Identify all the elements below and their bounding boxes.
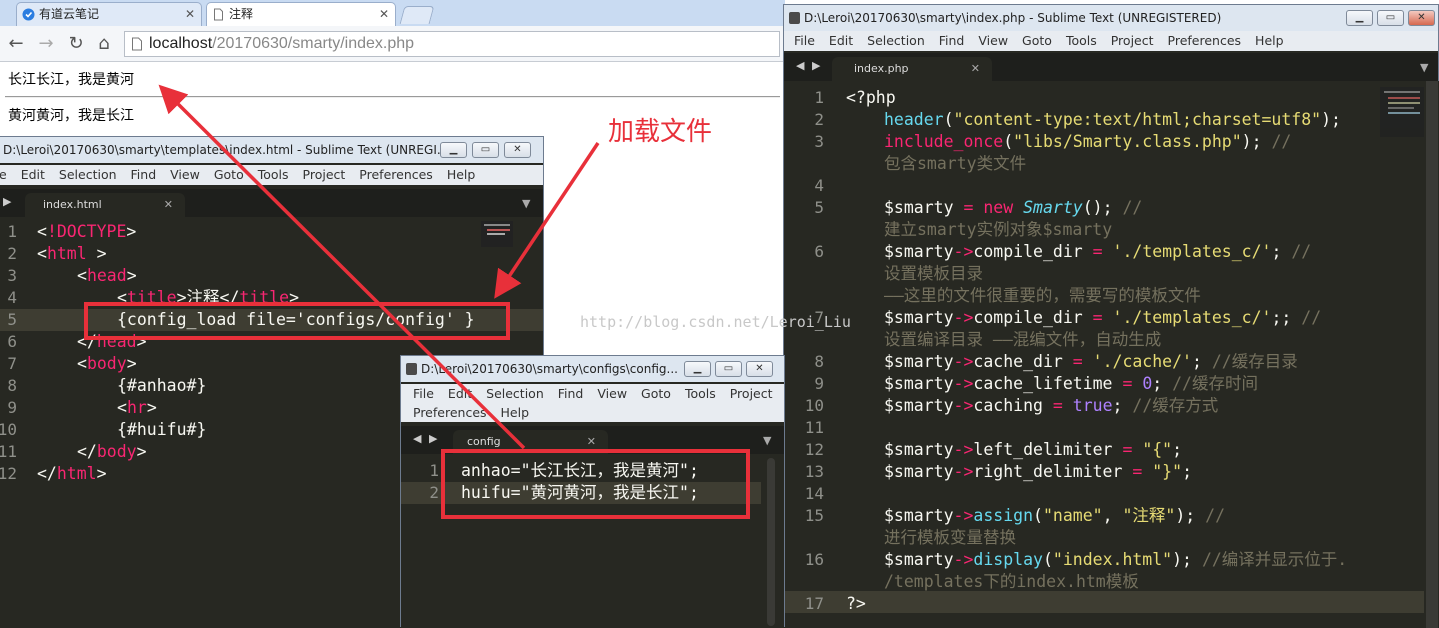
arrow-to-page-output [158,84,526,450]
annotation-arrows [158,84,600,450]
arrow-to-config-load [494,142,600,299]
